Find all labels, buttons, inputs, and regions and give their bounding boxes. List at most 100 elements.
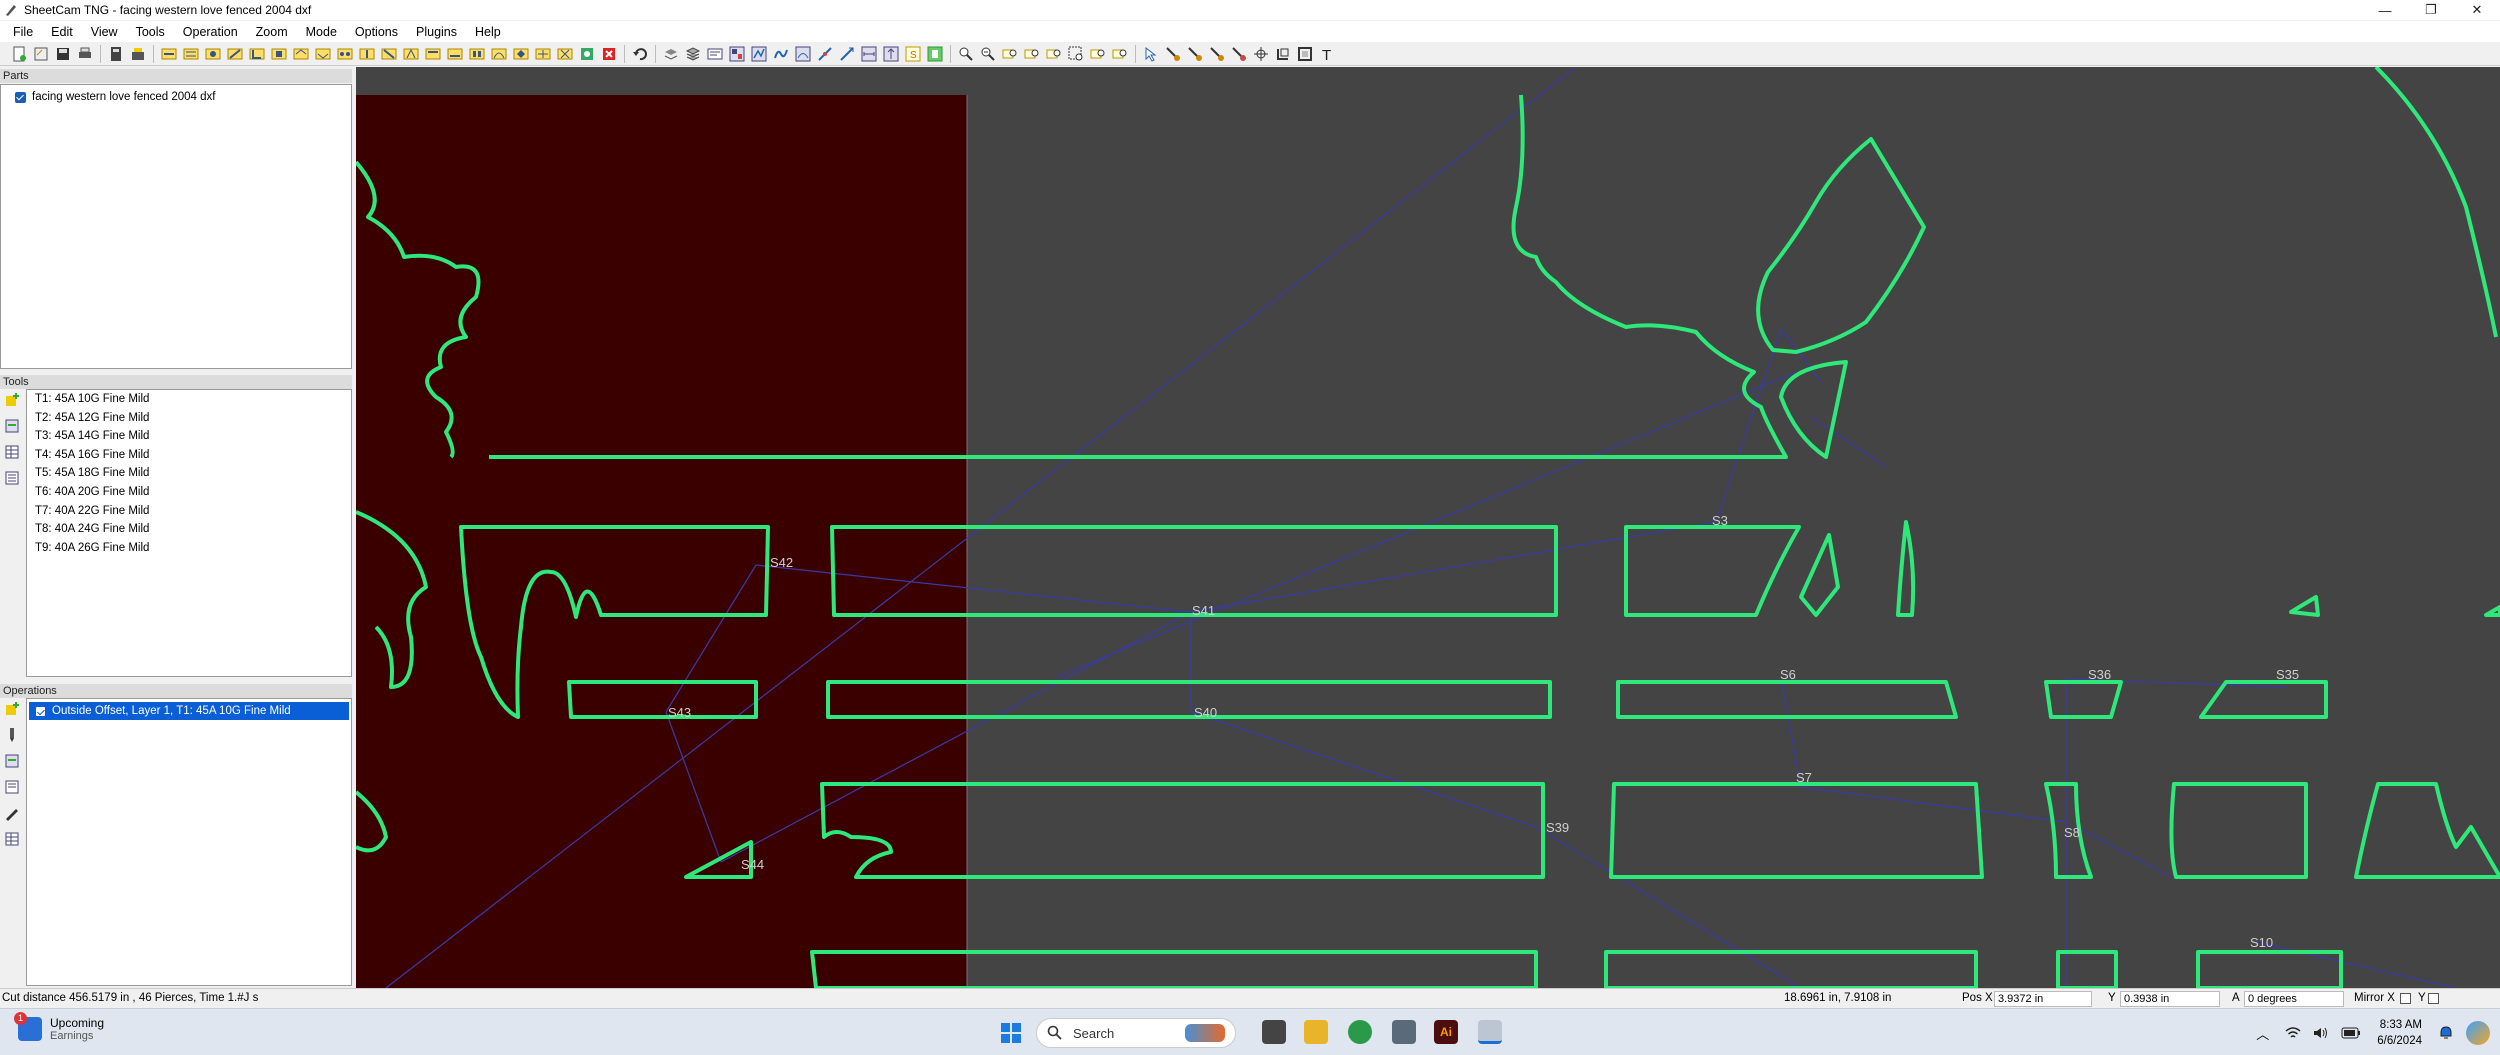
zoom-in-icon[interactable] <box>958 46 974 62</box>
tool-item[interactable]: T1: 45A 10G Fine Mild <box>27 390 351 409</box>
start-point-icon[interactable] <box>839 46 855 62</box>
zoom-parts-icon[interactable] <box>1024 46 1040 62</box>
windows-start-icon[interactable] <box>1000 1022 1022 1044</box>
mirror-y-checkbox[interactable] <box>2428 993 2439 1004</box>
tool-item[interactable]: T2: 45A 12G Fine Mild <box>27 409 351 428</box>
clock[interactable]: 8:33 AM 6/6/2024 <box>2377 1017 2422 1049</box>
layers-icon[interactable] <box>663 46 679 62</box>
menu-zoom[interactable]: Zoom <box>247 25 297 39</box>
close-button[interactable]: ✕ <box>2454 0 2500 20</box>
path-icon[interactable] <box>751 46 767 62</box>
tool-item[interactable]: T6: 40A 20G Fine Mild <box>27 483 351 502</box>
drill-operation-icon[interactable] <box>4 727 20 743</box>
tab-icon[interactable] <box>795 46 811 62</box>
menu-plugins[interactable]: Plugins <box>407 25 466 39</box>
operation-tool-icon[interactable] <box>425 46 441 62</box>
pos-x-field[interactable]: 3.9372 in <box>1994 991 2092 1007</box>
minimize-button[interactable]: — <box>2362 0 2408 20</box>
operation-tool-icon[interactable] <box>227 46 243 62</box>
post-process-icon[interactable] <box>130 46 146 62</box>
zoom-all-icon[interactable] <box>1112 46 1128 62</box>
operation-order-icon[interactable] <box>4 779 20 795</box>
operation-tool-icon[interactable] <box>403 46 419 62</box>
zoom-path-icon[interactable] <box>1090 46 1106 62</box>
menu-options[interactable]: Options <box>346 25 407 39</box>
volume-icon[interactable] <box>2313 1026 2329 1040</box>
operation-tool-icon[interactable] <box>447 46 463 62</box>
zoom-window-icon[interactable] <box>1068 46 1084 62</box>
select-icon[interactable] <box>1143 46 1159 62</box>
operation-tool-icon[interactable] <box>315 46 331 62</box>
save-icon[interactable] <box>55 46 71 62</box>
script-icon[interactable]: S <box>905 46 921 62</box>
sheet-icon[interactable] <box>707 46 723 62</box>
operation-checkbox[interactable] <box>35 705 46 717</box>
zoom-sheet-icon[interactable] <box>1046 46 1062 62</box>
curve-icon[interactable] <box>773 46 789 62</box>
tool-list-icon[interactable] <box>4 470 20 486</box>
menu-help[interactable]: Help <box>466 25 510 39</box>
nest-icon[interactable] <box>729 46 745 62</box>
new-file-icon[interactable] <box>11 46 27 62</box>
tool-item[interactable]: T7: 40A 22G Fine Mild <box>27 502 351 521</box>
operation-tool-icon[interactable] <box>293 46 309 62</box>
file-explorer-icon[interactable] <box>1304 1020 1328 1044</box>
calculator-icon[interactable] <box>108 46 124 62</box>
taskbar-search[interactable]: Search <box>1036 1018 1236 1048</box>
new-part-icon[interactable] <box>33 46 49 62</box>
tray-chevron-icon[interactable]: ︿ <box>2256 1024 2269 1043</box>
move-start-icon[interactable] <box>1165 46 1181 62</box>
tool-item[interactable]: T3: 45A 14G Fine Mild <box>27 427 351 446</box>
lead-in-icon[interactable] <box>817 46 833 62</box>
print-icon[interactable] <box>77 46 93 62</box>
calculator-app-icon[interactable] <box>1392 1020 1416 1044</box>
maximize-button[interactable]: ❐ <box>2408 0 2454 20</box>
wifi-icon[interactable] <box>2285 1026 2301 1040</box>
stack-icon[interactable] <box>685 46 701 62</box>
measure-icon[interactable] <box>861 46 877 62</box>
new-tool-icon[interactable] <box>4 392 20 408</box>
operation-tool-icon[interactable] <box>337 46 353 62</box>
tool-item[interactable]: T5: 45A 18G Fine Mild <box>27 464 351 483</box>
operation-tool-icon[interactable] <box>205 46 221 62</box>
tool-item[interactable]: T9: 40A 26G Fine Mild <box>27 539 351 558</box>
menu-edit[interactable]: Edit <box>42 25 82 39</box>
mirror-x-checkbox[interactable] <box>2400 993 2411 1004</box>
tool-library-icon[interactable] <box>4 418 20 434</box>
operation-table-icon[interactable] <box>4 753 20 769</box>
delete-operation-icon[interactable] <box>601 46 617 62</box>
menu-view[interactable]: View <box>82 25 127 39</box>
tool-item[interactable]: T8: 40A 24G Fine Mild <box>27 520 351 539</box>
operation-tool-icon[interactable] <box>359 46 375 62</box>
illustrator-icon[interactable]: Ai <box>1434 1020 1458 1044</box>
sheetcam-taskbar-icon[interactable] <box>1478 1020 1502 1044</box>
green-tool-icon[interactable] <box>927 46 943 62</box>
text-icon[interactable]: T <box>1319 46 1335 62</box>
battery-icon[interactable] <box>2341 1027 2361 1039</box>
new-operation-icon[interactable] <box>4 701 20 717</box>
zoom-out-icon[interactable] <box>980 46 996 62</box>
set-start-icon[interactable] <box>1187 46 1203 62</box>
operation-tool-icon[interactable] <box>535 46 551 62</box>
operation-tool-icon[interactable] <box>491 46 507 62</box>
notification-icon[interactable] <box>2438 1025 2454 1041</box>
operation-list-icon[interactable] <box>4 831 20 847</box>
drawing-canvas[interactable]: S42 S41 S43 S40 S44 S3 S6 S36 S35 S7 S39… <box>356 67 2500 988</box>
menu-tools[interactable]: Tools <box>127 25 174 39</box>
crosshair-icon[interactable] <box>1253 46 1269 62</box>
undo-icon[interactable] <box>632 46 648 62</box>
task-view-icon[interactable] <box>1262 1020 1286 1044</box>
operation-tool-icon[interactable] <box>513 46 529 62</box>
chrome-icon[interactable] <box>1348 1020 1372 1044</box>
drilling-icon[interactable] <box>579 46 595 62</box>
operation-tool-icon[interactable] <box>381 46 397 62</box>
widgets-button[interactable]: 1 Upcoming Earnings <box>14 1012 104 1042</box>
part-checkbox[interactable] <box>15 91 26 103</box>
angle-field[interactable]: 0 degrees <box>2244 991 2344 1007</box>
tool-item[interactable]: T4: 45A 16G Fine Mild <box>27 446 351 465</box>
menu-file[interactable]: File <box>4 25 42 39</box>
menu-mode[interactable]: Mode <box>297 25 346 39</box>
frame-icon[interactable] <box>1297 46 1313 62</box>
operation-tool-icon[interactable] <box>557 46 573 62</box>
operation-edit-icon[interactable] <box>4 805 20 821</box>
